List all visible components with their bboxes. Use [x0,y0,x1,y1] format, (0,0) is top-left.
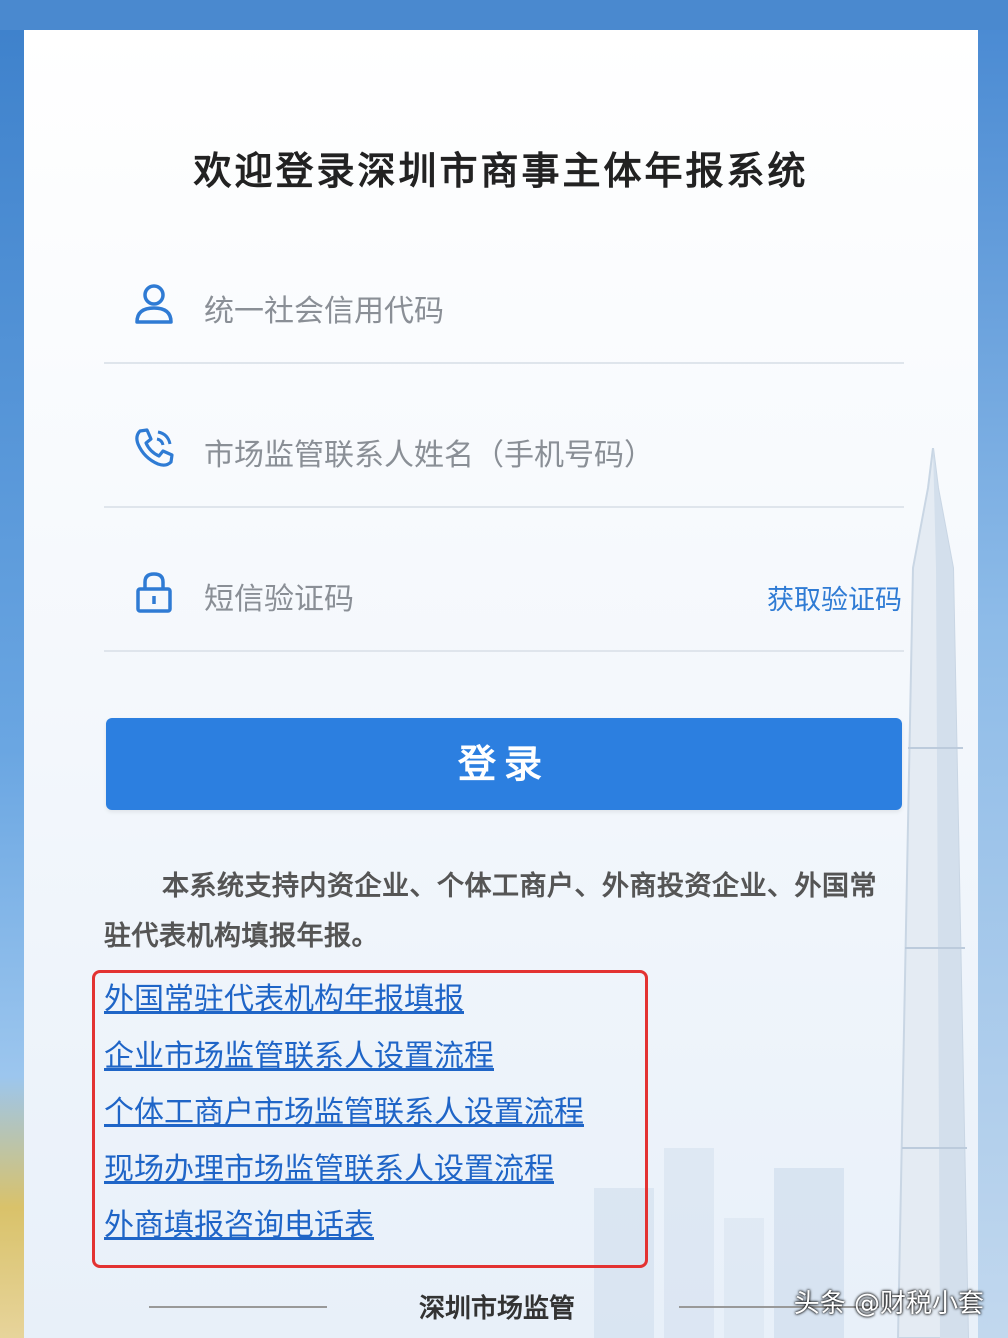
link-foreign-rep-report[interactable]: 外国常驻代表机构年报填报 [104,974,584,1031]
background-left [0,30,24,1338]
sms-code-field[interactable]: 短信验证码 获取验证码 [104,530,904,652]
footer-divider-left [149,1306,327,1308]
credit-code-field[interactable]: 统一社会信用代码 [104,242,904,364]
background-right [978,30,1008,1338]
link-foreign-phone-list[interactable]: 外商填报咨询电话表 [104,1200,584,1257]
phone-icon [135,428,174,467]
link-enterprise-contact-setup[interactable]: 企业市场监管联系人设置流程 [104,1031,584,1088]
contact-placeholder: 市场监管联系人姓名（手机号码） [204,438,654,473]
top-bar [0,0,1008,30]
watermark: 头条 @财税小套 [793,1289,984,1319]
page-title: 欢迎登录深圳市商事主体年报系统 [193,149,809,193]
get-code-button[interactable]: 获取验证码 [767,578,902,617]
lock-icon [136,572,172,613]
link-individual-contact-setup[interactable]: 个体工商户市场监管联系人设置流程 [104,1087,584,1144]
help-links: 外国常驻代表机构年报填报 企业市场监管联系人设置流程 个体工商户市场监管联系人设… [104,974,584,1257]
credit-code-placeholder: 统一社会信用代码 [204,294,444,329]
user-icon [135,284,173,324]
contact-field[interactable]: 市场监管联系人姓名（手机号码） [104,386,904,508]
link-onsite-contact-setup[interactable]: 现场办理市场监管联系人设置流程 [104,1144,584,1201]
sms-code-placeholder: 短信验证码 [204,582,354,617]
support-note: 本系统支持内资企业、个体工商户、外商投资企业、外国常驻代表机构填报年报。 [104,871,877,952]
login-panel: 欢迎登录深圳市商事主体年报系统 统一社会信用代码 市场监管联系人姓名（手机号码）… [24,30,978,1338]
footer-text: 深圳市场监管 [419,1294,576,1324]
login-button[interactable]: 登录 [106,718,902,810]
